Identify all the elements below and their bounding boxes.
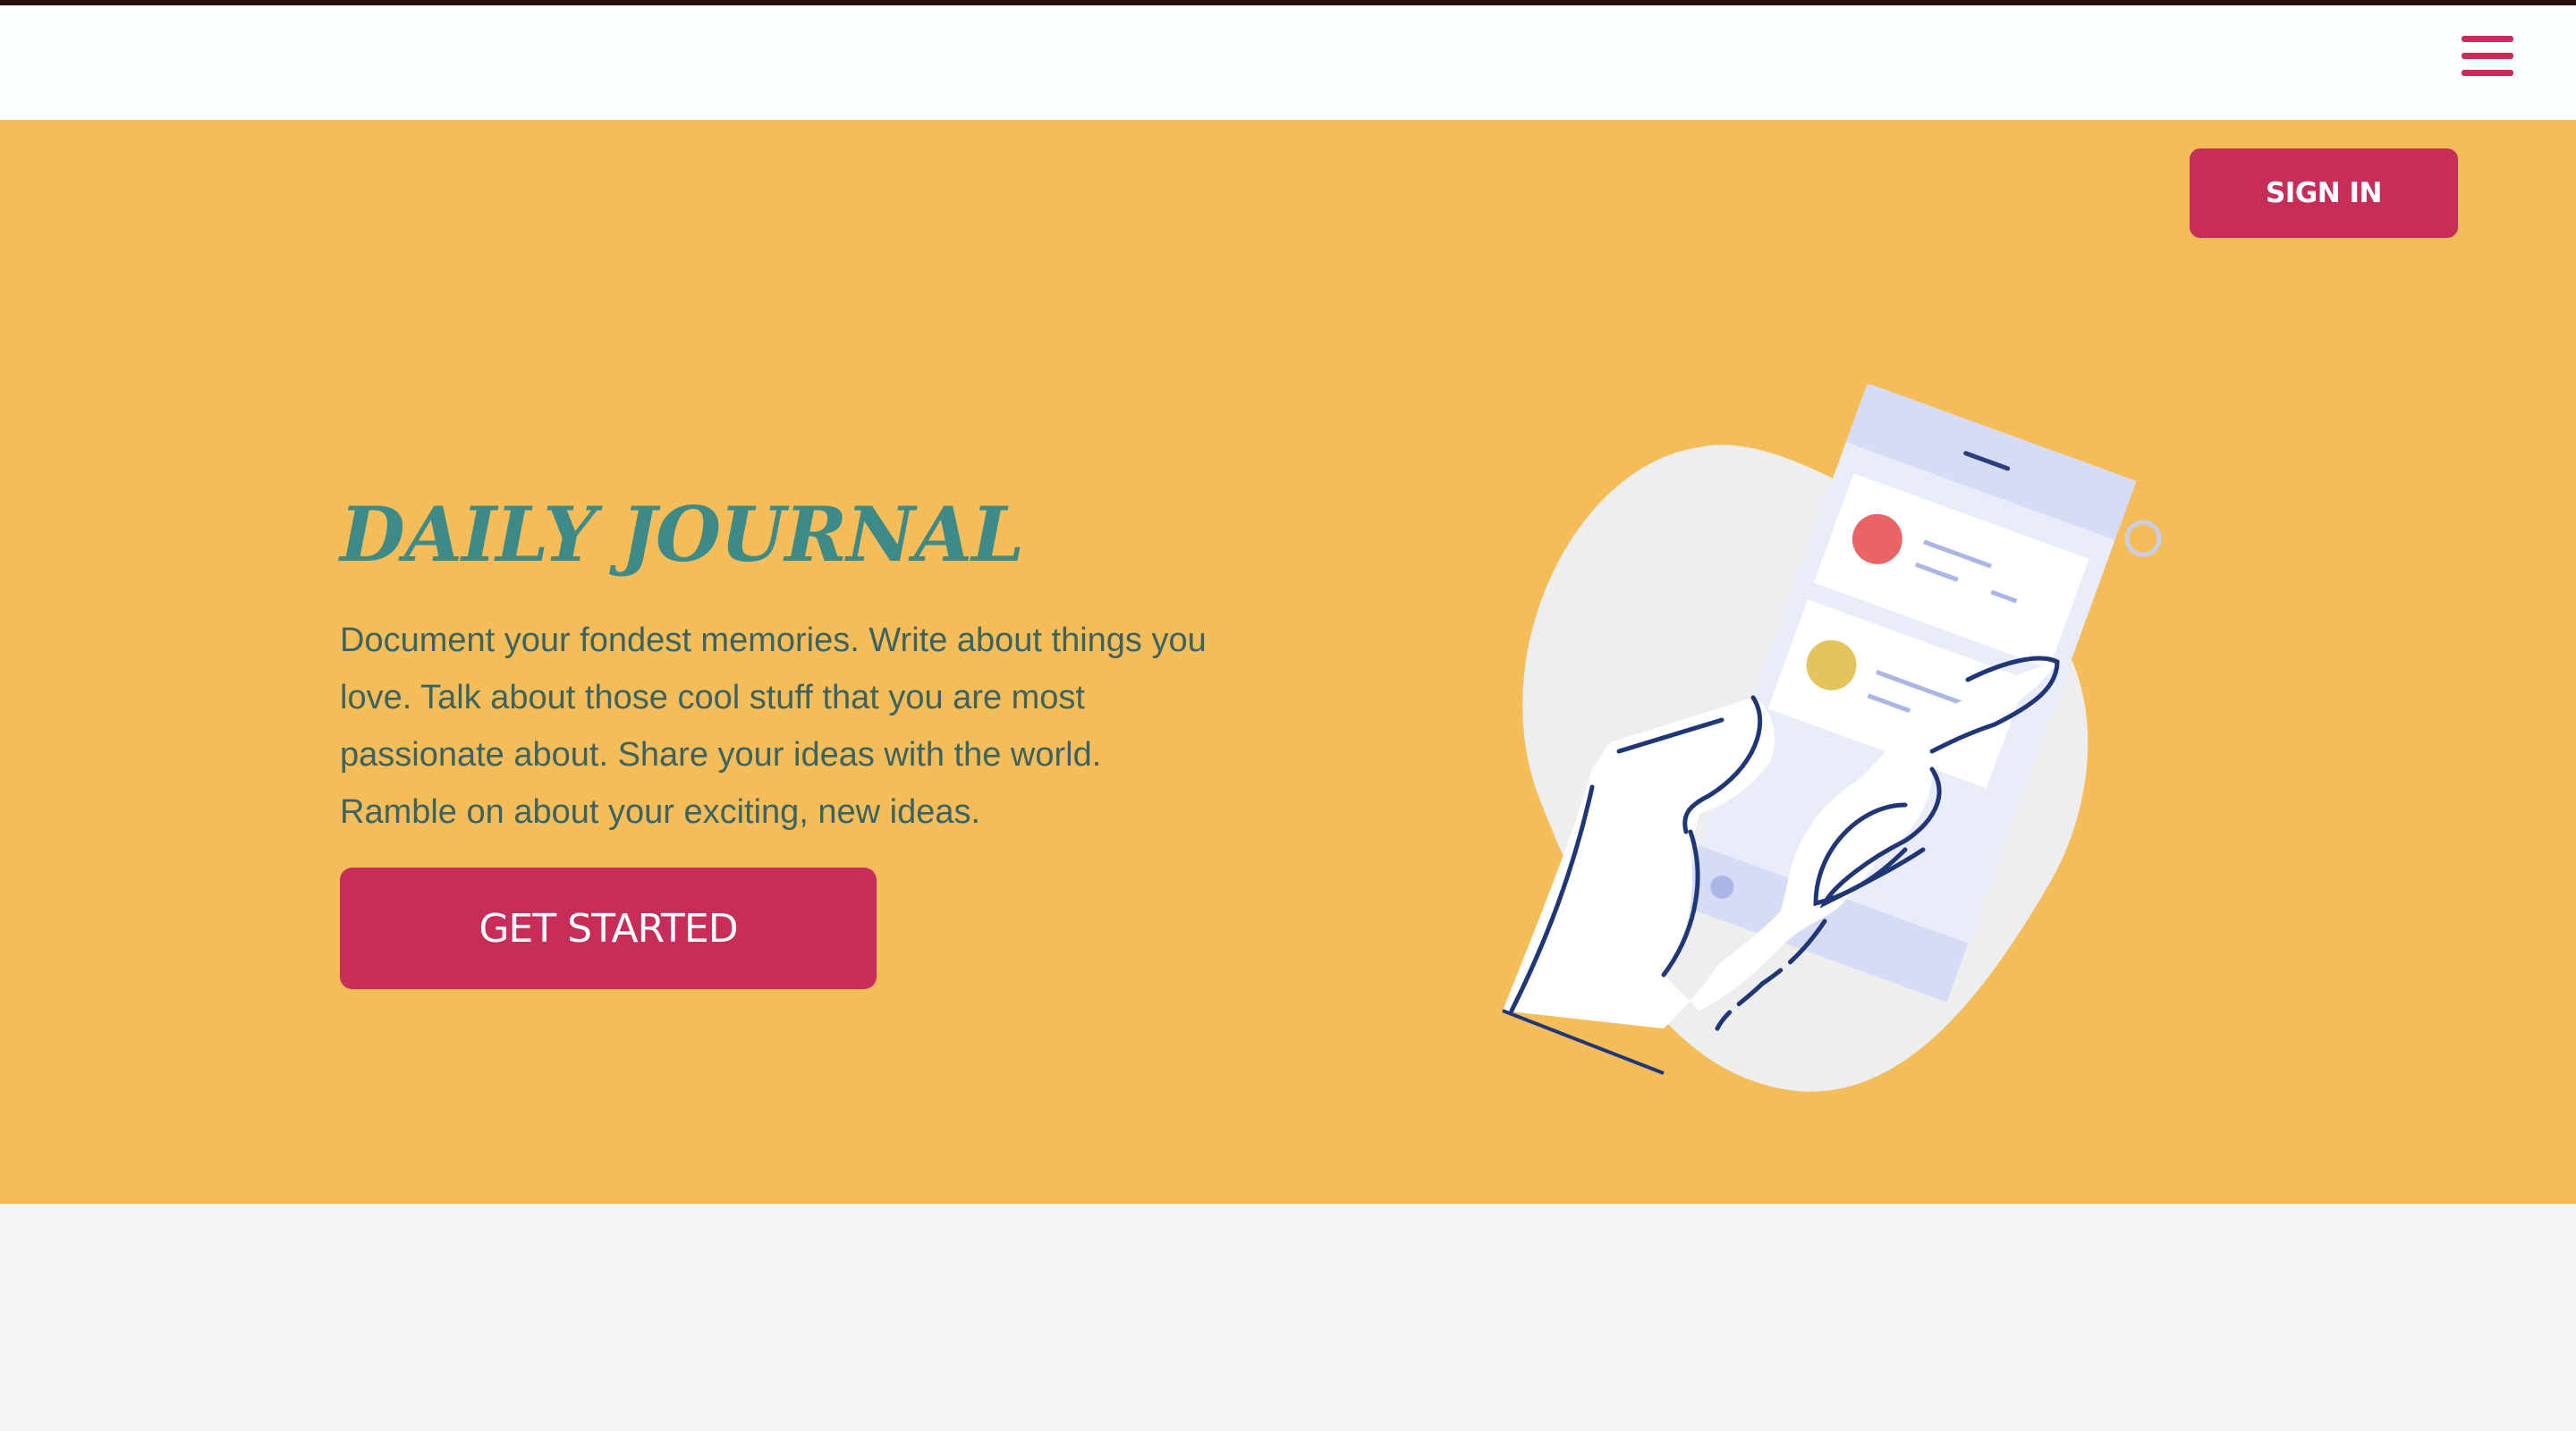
- bubble-icon: [2124, 520, 2162, 557]
- menu-bar: [2462, 70, 2513, 76]
- hero-description: Document your fondest memories. Write ab…: [340, 622, 1207, 831]
- sign-in-button[interactable]: SIGN IN: [2190, 148, 2458, 238]
- hand-holding-phone-illustration: [1502, 385, 2162, 1092]
- get-started-button[interactable]: GET STARTED: [340, 868, 877, 989]
- menu-bar: [2462, 53, 2513, 59]
- hamburger-menu-icon[interactable]: [2462, 32, 2513, 80]
- navbar: [0, 5, 2576, 120]
- menu-bar: [2462, 36, 2513, 42]
- page-title: DAILY JOURNAL: [340, 490, 1024, 579]
